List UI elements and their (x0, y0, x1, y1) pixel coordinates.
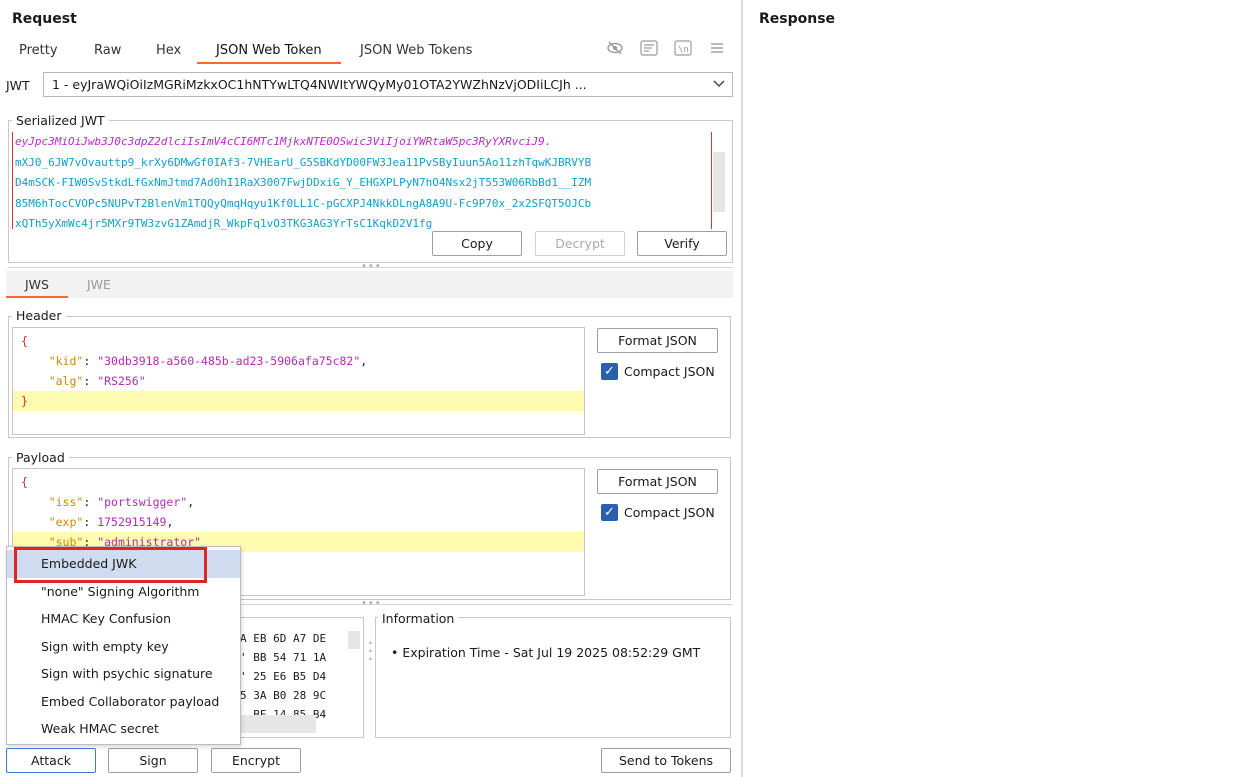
header-json-line: "alg": "RS256" (13, 371, 584, 391)
sign-button[interactable]: Sign (108, 748, 198, 773)
verify-button[interactable]: Verify (637, 231, 727, 256)
json-token: : (83, 354, 98, 368)
json-token: "kid" (48, 354, 84, 368)
json-token: "30db3918-a560-485b-ad23-5906afa75c82" (97, 354, 361, 368)
jws-tab-indicator (6, 296, 68, 298)
payload-json-line: { (13, 472, 584, 492)
json-token: : (83, 495, 98, 509)
attack-button[interactable]: Attack (6, 748, 96, 773)
payload-compact-json-checkbox[interactable]: ✓ (601, 504, 618, 521)
payload-compact-json-label: Compact JSON (624, 505, 715, 520)
menu-icon[interactable] (706, 38, 728, 58)
jwt-line: 85M6hTocCVOPc5NUPvT2BlenVm1TQQyQmqHqyu1K… (15, 196, 592, 210)
menu-item-sign-with-psychic-signature[interactable]: Sign with psychic signature (7, 660, 240, 688)
tab-raw[interactable]: Raw (94, 43, 121, 58)
bullet-icon: • (391, 645, 403, 660)
svg-text:\n: \n (678, 45, 689, 55)
tab-json-web-token[interactable]: JSON Web Token (216, 43, 322, 58)
header-json-lines: { "kid": "30db3918-a560-485b-ad23-5906af… (13, 331, 584, 411)
tab-pretty[interactable]: Pretty (19, 43, 58, 58)
json-token: 1752915149 (97, 515, 167, 529)
jwt-line: mXJ0_6JW7vOvauttp9_krXy6DMwGf0IAf3-7VHEa… (15, 155, 592, 169)
serialized-jwt-textarea[interactable]: eyJpc3MiOiJwb3J0c3dpZ2dlciIsImV4cCI6MTc1… (12, 132, 712, 230)
chevron-down-icon (712, 76, 726, 93)
jwt-scrollbar[interactable] (713, 152, 725, 212)
splitter-handle-2[interactable]: ••• (361, 598, 382, 609)
json-token: "portswigger" (97, 495, 188, 509)
header-json-editor[interactable]: { "kid": "30db3918-a560-485b-ad23-5906af… (12, 327, 585, 435)
header-json-line: } (13, 391, 584, 411)
payload-format-json-button[interactable]: Format JSON (597, 469, 718, 494)
json-token: , (166, 515, 174, 529)
jwt-select[interactable]: 1 - eyJraWQiOiIzMGRiMzkxOC1hNTYwLTQ4NWIt… (43, 72, 733, 97)
payload-json-line: "exp": 1752915149, (13, 512, 584, 532)
payload-label: Payload (12, 450, 69, 465)
highlight-box (14, 547, 207, 583)
vertical-splitter-handle[interactable]: • • • (368, 640, 373, 690)
json-token: "alg" (48, 374, 84, 388)
jwt-lines: eyJpc3MiOiJwb3J0c3dpZ2dlciIsImV4cCI6MTc1… (13, 132, 711, 235)
hex-scroll-indicator (348, 631, 360, 649)
hex-line: ' BB 54 71 1A (240, 651, 327, 664)
tab-hex[interactable]: Hex (156, 43, 181, 58)
menu-item-embed-collaborator-payload[interactable]: Embed Collaborator payload (7, 688, 240, 716)
send-to-tokens-button[interactable]: Send to Tokens (601, 748, 731, 773)
menu-item-weak-hmac-secret[interactable]: Weak HMAC secret (7, 715, 240, 743)
hex-line: A EB 6D A7 DE (240, 632, 327, 645)
hide-icon[interactable] (604, 38, 626, 58)
json-token: { (21, 475, 28, 489)
json-token: } (21, 394, 28, 408)
serialized-jwt-label: Serialized JWT (12, 113, 109, 128)
request-panel: Request Pretty Raw Hex JSON Web Token JS… (0, 0, 741, 777)
response-panel: Response (743, 0, 1240, 777)
tab-jwe[interactable]: JWE (87, 277, 111, 292)
decrypt-button[interactable]: Decrypt (535, 231, 625, 256)
information-label: Information (378, 611, 459, 626)
newline-icon[interactable]: \n (672, 38, 694, 58)
header-json-line: { (13, 331, 584, 351)
tab-jws[interactable]: JWS (25, 277, 49, 292)
menu-item-hmac-key-confusion[interactable]: HMAC Key Confusion (7, 605, 240, 633)
json-token: , (187, 495, 195, 509)
jwt-select-value: 1 - eyJraWQiOiIzMGRiMzkxOC1hNTYwLTQ4NWIt… (52, 77, 587, 92)
menu-item-sign-with-empty-key[interactable]: Sign with empty key (7, 633, 240, 661)
copy-button[interactable]: Copy (432, 231, 522, 256)
payload-json-line: "iss": "portswigger", (13, 492, 584, 512)
header-format-json-button[interactable]: Format JSON (597, 328, 718, 353)
request-title: Request (12, 11, 77, 27)
encrypt-button[interactable]: Encrypt (211, 748, 301, 773)
json-token: : (83, 374, 98, 388)
hex-horizontal-scrollbar[interactable] (240, 715, 316, 733)
jwt-line: D4mSCK-FIW0SvStkdLfGxNmJtmd7Ad0hI1RaX300… (15, 176, 592, 189)
json-token: { (21, 334, 28, 348)
header-compact-json-label: Compact JSON (624, 364, 715, 379)
hex-line: ' 25 E6 B5 D4 (240, 670, 327, 683)
information-item: • Expiration Time - Sat Jul 19 2025 08:5… (391, 645, 700, 660)
response-title: Response (759, 11, 836, 27)
json-token: "iss" (48, 495, 84, 509)
header-label: Header (12, 308, 66, 323)
json-token: "RS256" (97, 374, 146, 388)
active-tab-indicator (197, 62, 341, 64)
json-token: : (83, 515, 98, 529)
sub-tabs-bar (6, 271, 733, 298)
tab-json-web-tokens[interactable]: JSON Web Tokens (360, 43, 472, 58)
json-token: "exp" (48, 515, 84, 529)
payload-json-lines: { "iss": "portswigger", "exp": 175291514… (13, 472, 584, 552)
expiration-time-text: Expiration Time - Sat Jul 19 2025 08:52:… (402, 645, 701, 660)
json-token: , (360, 354, 368, 368)
jwt-label: JWT (6, 78, 30, 93)
hex-lines: A EB 6D A7 DE ' BB 54 71 1A ' 25 E6 B5 D4 5… (240, 629, 326, 724)
information-group (375, 617, 731, 738)
hex-line: 5 3A B0 28 9C (240, 689, 327, 702)
header-compact-json-checkbox[interactable]: ✓ (601, 363, 618, 380)
header-json-line: "kid": "30db3918-a560-485b-ad23-5906afa7… (13, 351, 584, 371)
jwt-line: eyJpc3MiOiJwb3J0c3dpZ2dlciIsImV4cCI6MTc1… (15, 135, 552, 148)
wrap-lines-icon[interactable] (638, 38, 660, 58)
